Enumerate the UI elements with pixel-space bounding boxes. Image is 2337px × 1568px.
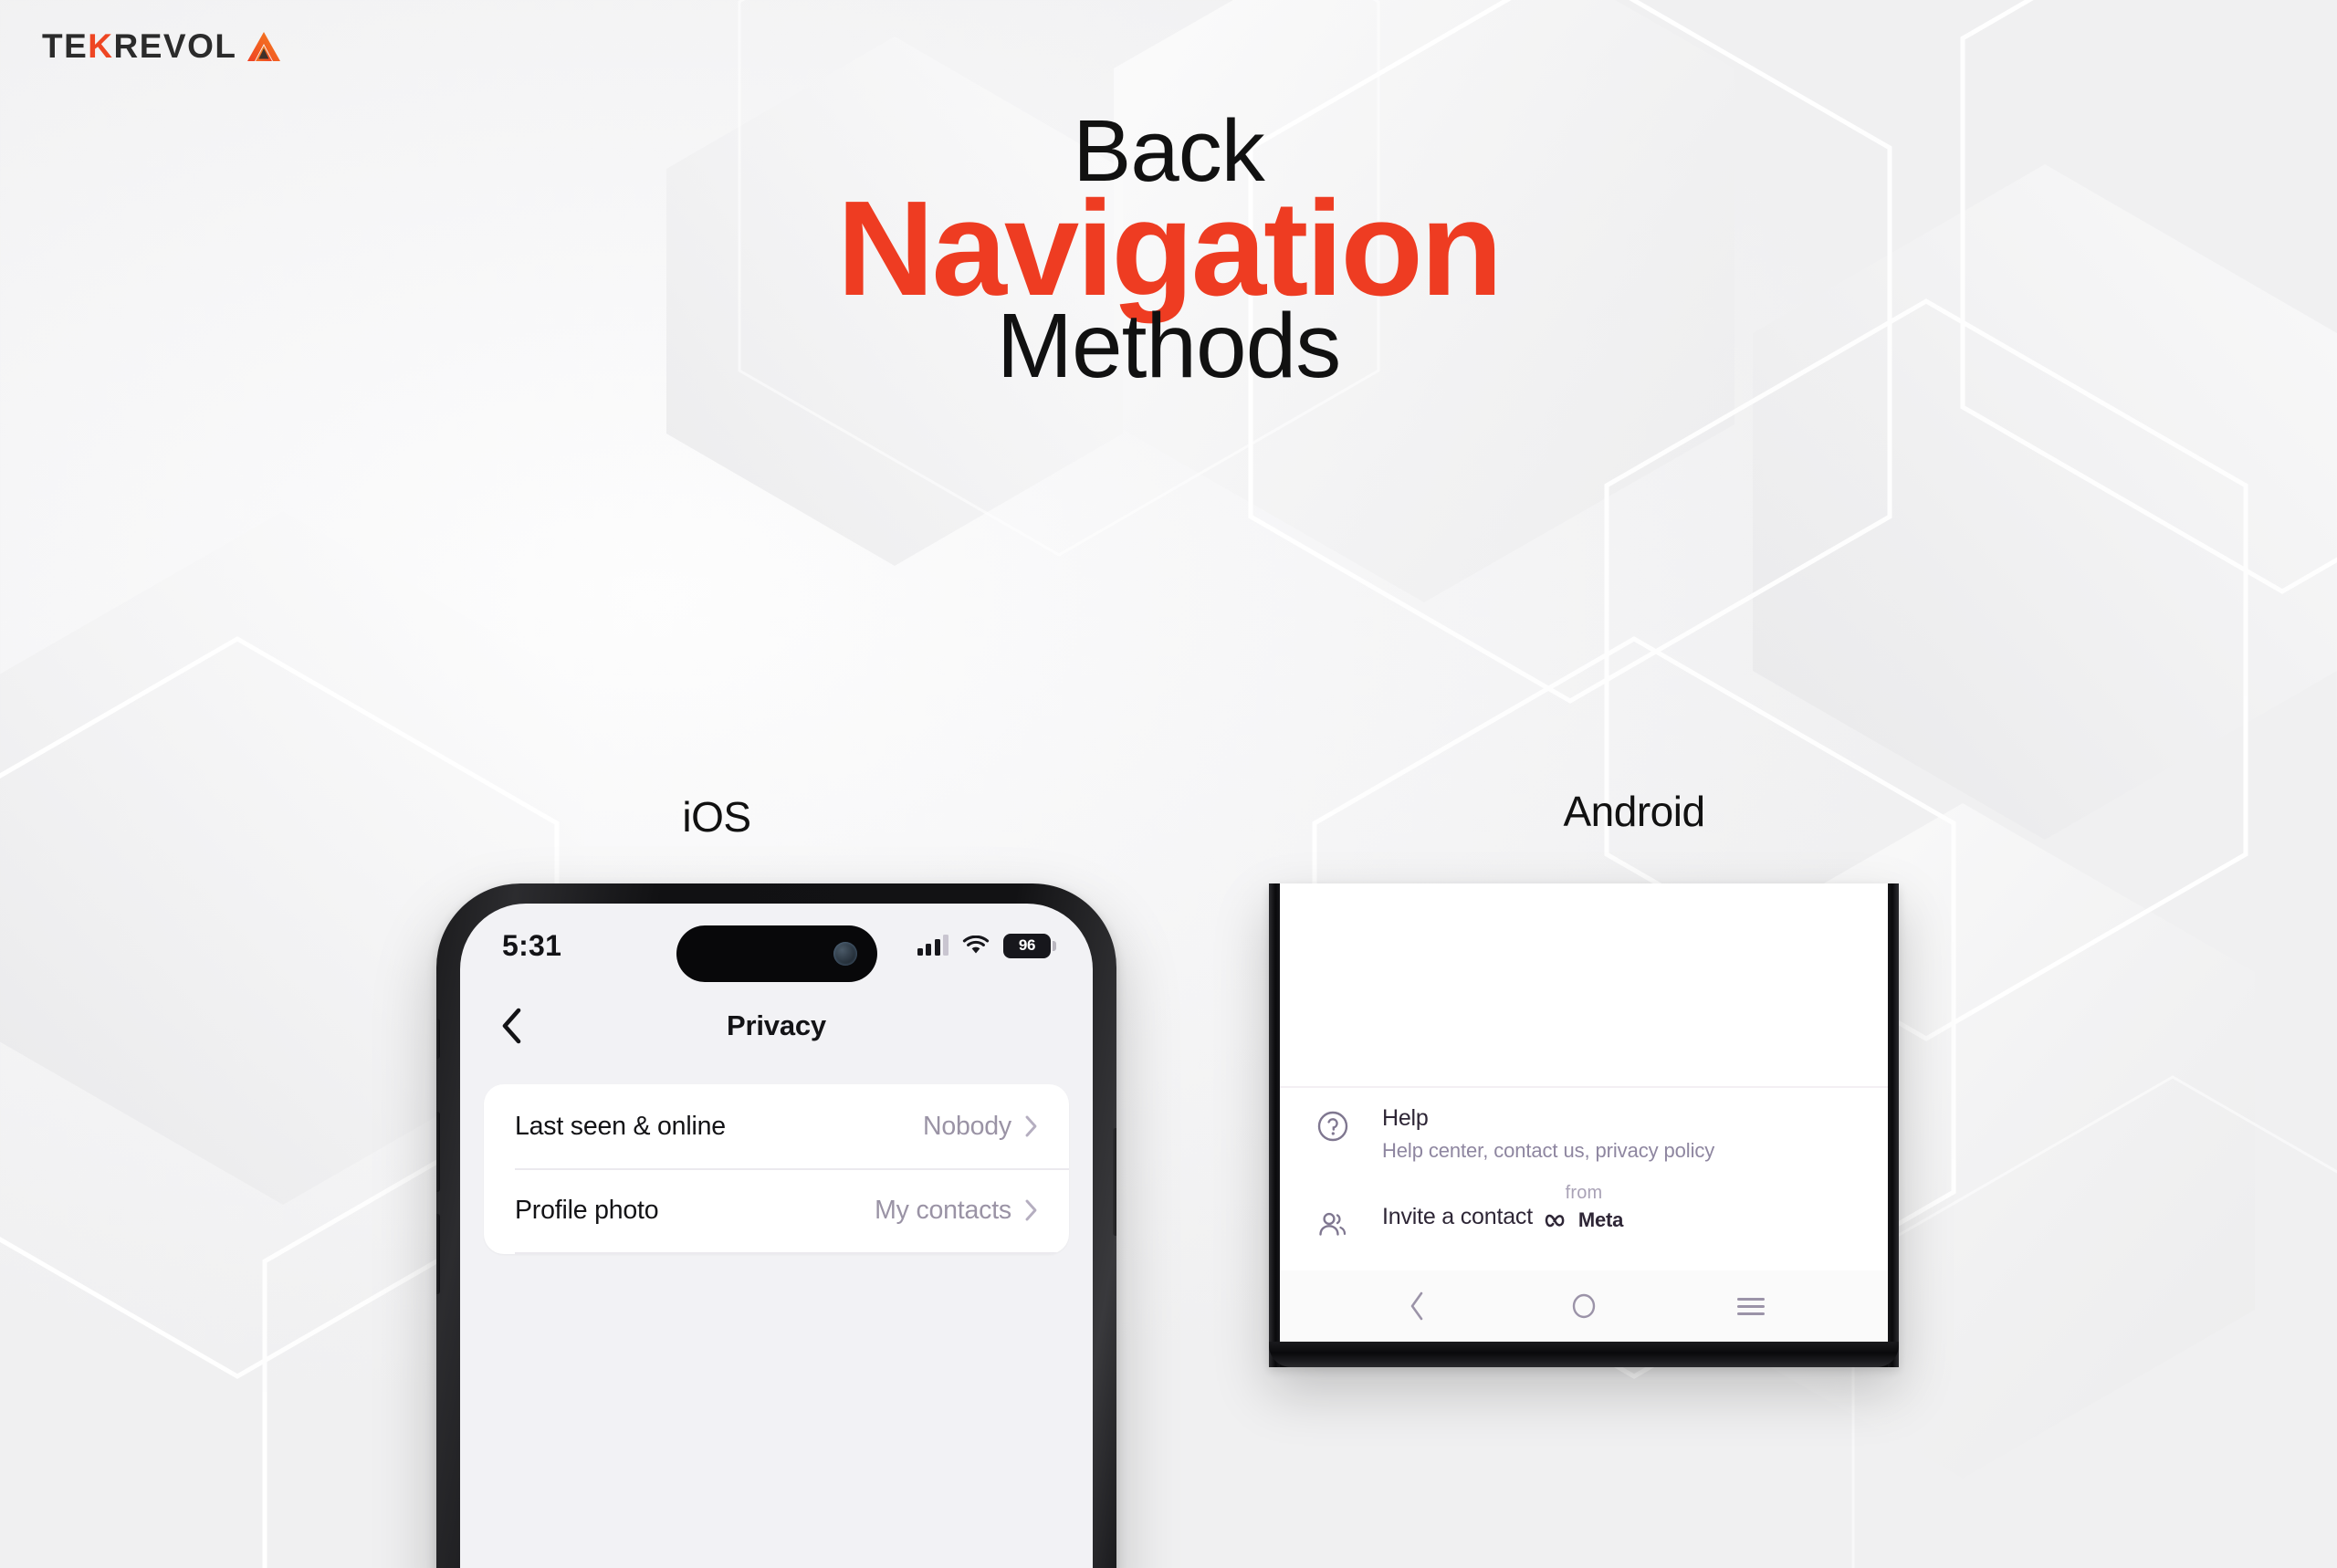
ios-platform-label: iOS	[682, 793, 751, 841]
title-line-methods: Methods	[996, 295, 1342, 398]
ios-row-value: My contacts	[875, 1195, 1011, 1225]
meta-brand-row: Meta	[1280, 1208, 1888, 1232]
android-row-title: Help	[1382, 1104, 1429, 1131]
meta-infinity-icon	[1545, 1214, 1565, 1228]
ios-status-indicators: 96	[917, 933, 1056, 958]
logo-text-k: K	[88, 27, 114, 65]
tekrevol-logo[interactable]: TE K REVOL	[42, 29, 282, 63]
ios-row-value: Nobody	[922, 1111, 1011, 1141]
ios-volume-down-button[interactable]	[436, 1214, 440, 1294]
page-title: Back Navigation Methods	[0, 107, 2337, 398]
meta-brand-label: Meta	[1577, 1208, 1624, 1231]
front-camera-icon	[833, 942, 857, 966]
android-home-button[interactable]	[1557, 1280, 1610, 1333]
battery-icon: 96	[1003, 933, 1056, 958]
ios-list-item-last-seen[interactable]: Last seen & online Nobody	[484, 1084, 1069, 1168]
chevron-right-icon	[1025, 1115, 1037, 1137]
meta-from-label: from	[1565, 1183, 1603, 1203]
ios-list-item-profile-photo[interactable]: Profile photo My contacts	[484, 1168, 1069, 1252]
ios-status-time: 5:31	[502, 928, 562, 962]
ios-mute-button[interactable]	[436, 1019, 440, 1059]
android-back-button[interactable]	[1390, 1280, 1443, 1333]
ios-status-bar: 5:31 96	[460, 904, 1093, 988]
chevron-left-icon	[1410, 1291, 1422, 1321]
android-list-item-help[interactable]: Help Help center, contact us, privacy po…	[1280, 1088, 1888, 1163]
battery-percent: 96	[1018, 936, 1036, 954]
dynamic-island	[676, 925, 877, 982]
hamburger-recents-icon	[1737, 1297, 1766, 1315]
android-phone-mockup: Help Help center, contact us, privacy po…	[1269, 883, 1899, 1367]
ios-settings-card: Last seen & online Nobody Profile photo …	[484, 1084, 1069, 1254]
ios-phone-mockup: 5:31 96 Privacy Last seen & online Nobod…	[436, 883, 1116, 1568]
ios-screen: 5:31 96 Privacy Last seen & online Nobod…	[460, 904, 1093, 1568]
android-navigation-bar	[1280, 1270, 1888, 1342]
android-row-subtitle: Help center, contact us, privacy policy	[1382, 1138, 1715, 1162]
ios-screen-title: Privacy	[727, 1009, 826, 1041]
ios-row-right: Nobody	[923, 1112, 1038, 1142]
android-phone-bottom-bezel	[1269, 1342, 1899, 1367]
ios-power-button[interactable]	[1113, 1128, 1116, 1236]
ios-row-label: Profile photo	[515, 1195, 659, 1225]
circle-home-icon	[1572, 1293, 1596, 1319]
triangle-pyramid-icon	[247, 31, 281, 61]
ios-nav-bar: Privacy	[460, 988, 1093, 1064]
logo-text-pre: TE	[42, 27, 89, 65]
android-settings-list: Help Help center, contact us, privacy po…	[1280, 883, 1888, 1342]
chevron-right-icon	[1025, 1199, 1037, 1221]
ios-row-label: Last seen & online	[515, 1111, 726, 1141]
logo-wordmark: TE K REVOL	[42, 29, 236, 63]
help-question-icon	[1315, 1104, 1358, 1145]
title-line-navigation: Navigation	[836, 173, 1504, 325]
android-recents-button[interactable]	[1724, 1280, 1777, 1333]
android-platform-label: Android	[1563, 788, 1705, 835]
ios-row-right: My contacts	[875, 1196, 1038, 1226]
android-screen: Help Help center, contact us, privacy po…	[1280, 883, 1888, 1342]
wifi-icon	[962, 936, 990, 954]
logo-text-post: REVOL	[113, 27, 237, 65]
android-row-texts: Help Help center, contact us, privacy po…	[1358, 1104, 1714, 1163]
cellular-signal-icon	[917, 935, 948, 956]
meta-branding-footer: from Meta	[1280, 1183, 1888, 1232]
android-list-top-spacer	[1280, 883, 1888, 1086]
ios-volume-up-button[interactable]	[436, 1112, 440, 1192]
